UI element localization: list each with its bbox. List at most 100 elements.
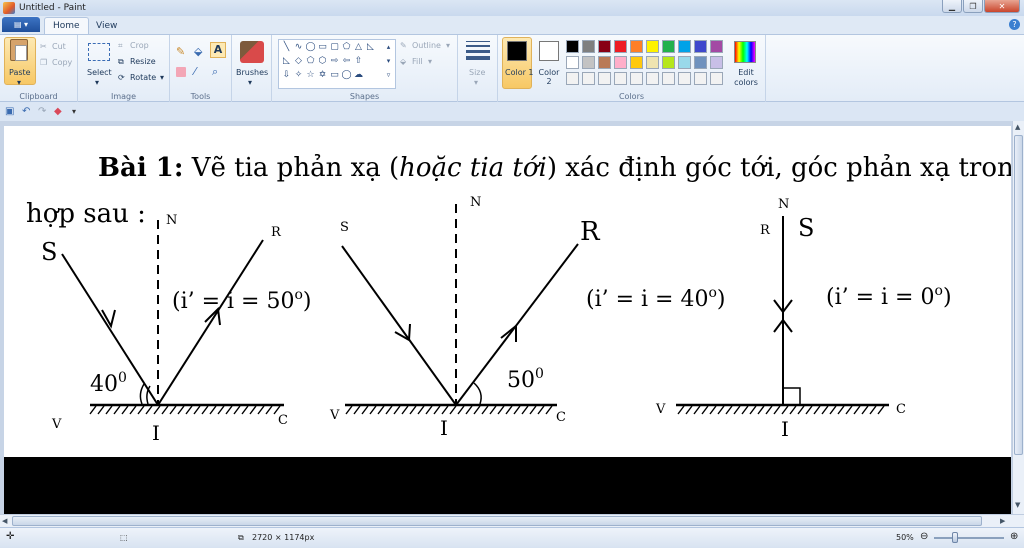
color-swatch[interactable] — [630, 72, 643, 85]
color-swatch[interactable] — [630, 40, 643, 53]
fill-button[interactable]: Fill — [412, 57, 423, 66]
scroll-down-icon[interactable]: ▾ — [383, 56, 394, 66]
zoom-in-icon[interactable]: ⊕ — [1010, 531, 1018, 542]
tab-home[interactable]: Home — [44, 17, 89, 34]
four-point-star-shape-icon[interactable]: ✧ — [293, 70, 304, 80]
triangle-shape-icon[interactable]: △ — [353, 42, 364, 52]
color2-button[interactable] — [539, 41, 559, 61]
color-swatch[interactable] — [614, 56, 627, 69]
paint-app-icon[interactable] — [3, 2, 15, 14]
fill-bucket-icon[interactable]: ⬙ — [194, 45, 204, 58]
right-triangle-shape-icon[interactable]: ◺ — [281, 56, 292, 66]
color-swatch[interactable] — [694, 40, 707, 53]
edit-colors-button[interactable]: Edit colors — [732, 68, 760, 88]
scroll-up-arrow-icon[interactable]: ▲ — [1015, 123, 1020, 131]
color-swatch[interactable] — [598, 72, 611, 85]
tab-view[interactable]: View — [88, 17, 125, 34]
oval-callout-shape-icon[interactable]: ◯ — [341, 70, 352, 80]
color-swatch[interactable] — [614, 40, 627, 53]
eraser-icon[interactable]: ◆ — [54, 107, 64, 117]
scroll-right-arrow-icon[interactable]: ▶ — [1000, 517, 1005, 525]
color-swatch[interactable] — [630, 56, 643, 69]
color-swatch[interactable] — [614, 72, 627, 85]
rotate-button[interactable]: Rotate — [130, 73, 156, 82]
rounded-rectangle-shape-icon[interactable]: ▢ — [329, 42, 340, 52]
restore-button[interactable]: ❐ — [963, 0, 983, 13]
color-swatch[interactable] — [582, 40, 595, 53]
pentagon-shape-icon[interactable]: ⬠ — [305, 56, 316, 66]
line-shape-icon[interactable]: ╲ — [281, 42, 292, 52]
up-arrow-shape-icon[interactable]: ⇧ — [353, 56, 364, 66]
scroll-left-arrow-icon[interactable]: ◀ — [2, 517, 7, 525]
edit-colors-icon[interactable] — [734, 41, 756, 63]
color-swatch[interactable] — [678, 72, 691, 85]
polygon-shape-icon[interactable]: ⬠ — [341, 42, 352, 52]
select-icon[interactable] — [88, 43, 110, 61]
crop-button[interactable]: Crop — [130, 41, 149, 50]
customize-toolbar-icon[interactable]: ▾ — [72, 107, 82, 117]
horizontal-scroll-thumb[interactable] — [12, 516, 982, 526]
left-arrow-shape-icon[interactable]: ⇦ — [341, 56, 352, 66]
undo-icon[interactable]: ↶ — [22, 107, 32, 117]
scroll-down-arrow-icon[interactable]: ▼ — [1015, 501, 1020, 509]
scroll-up-icon[interactable]: ▴ — [383, 42, 394, 52]
color-swatch[interactable] — [694, 72, 707, 85]
copy-button[interactable]: Copy — [52, 58, 72, 67]
zoom-out-icon[interactable]: ⊖ — [920, 531, 928, 542]
color-swatch[interactable] — [646, 40, 659, 53]
brushes-button[interactable]: Brushes — [236, 68, 268, 77]
brush-icon[interactable] — [240, 41, 264, 63]
zoom-slider[interactable] — [934, 537, 1004, 539]
resize-button[interactable]: Resize — [130, 57, 156, 66]
down-arrow-shape-icon[interactable]: ⇩ — [281, 70, 292, 80]
six-point-star-shape-icon[interactable]: ✡ — [317, 70, 328, 80]
color-swatch[interactable] — [646, 56, 659, 69]
color-swatch[interactable] — [566, 56, 579, 69]
color-swatch[interactable] — [582, 72, 595, 85]
minimize-button[interactable]: ▁ — [942, 0, 962, 13]
curve-shape-icon[interactable]: ∿ — [293, 42, 304, 52]
eraser-icon[interactable] — [176, 67, 186, 77]
color-swatch[interactable] — [582, 56, 595, 69]
select-button[interactable]: Select — [87, 68, 112, 77]
color-swatch[interactable] — [662, 72, 675, 85]
size-button[interactable]: Size — [469, 68, 485, 77]
horizontal-scrollbar[interactable]: ◀ ▶ — [0, 514, 1024, 527]
vertical-scroll-thumb[interactable] — [1014, 135, 1023, 455]
shapes-gallery[interactable]: ╲ ∿ ◯ ▭ ▢ ⬠ △ ◺ ◺ ◇ ⬠ ⬡ ⇨ ⇦ ⇧ ⇩ ✧ ☆ ✡ ▭ … — [278, 39, 396, 89]
text-tool-icon[interactable]: A — [210, 42, 226, 58]
five-point-star-shape-icon[interactable]: ☆ — [305, 70, 316, 80]
color-swatch[interactable] — [662, 56, 675, 69]
color-swatch[interactable] — [710, 40, 723, 53]
color-swatch[interactable] — [598, 56, 611, 69]
color-swatch[interactable] — [694, 56, 707, 69]
save-icon[interactable]: ▣ — [5, 107, 15, 117]
drawing-canvas[interactable]: Bài 1: Vẽ tia phản xạ (hoặc tia tới) xác… — [4, 126, 1011, 514]
color-swatch[interactable] — [678, 56, 691, 69]
oval-shape-icon[interactable]: ◯ — [305, 42, 316, 52]
color-swatch[interactable] — [646, 72, 659, 85]
cloud-callout-shape-icon[interactable]: ☁ — [353, 70, 364, 80]
color-swatch[interactable] — [662, 40, 675, 53]
diamond-shape-icon[interactable]: ◇ — [293, 56, 304, 66]
color-swatch[interactable] — [710, 72, 723, 85]
redo-icon[interactable]: ↷ — [38, 107, 48, 117]
right-triangle-shape-icon[interactable]: ◺ — [365, 42, 376, 52]
pencil-icon[interactable]: ✎ — [176, 45, 186, 58]
hexagon-shape-icon[interactable]: ⬡ — [317, 56, 328, 66]
help-icon[interactable]: ? — [1009, 19, 1020, 30]
color-picker-icon[interactable]: ⁄ — [194, 65, 204, 78]
outline-button[interactable]: Outline — [412, 41, 441, 50]
paint-menu-button[interactable]: ▤ ▾ — [2, 17, 40, 32]
cut-button[interactable]: Cut — [52, 42, 66, 51]
callout-shape-icon[interactable]: ▭ — [329, 70, 340, 80]
right-arrow-shape-icon[interactable]: ⇨ — [329, 56, 340, 66]
color-swatch[interactable] — [598, 40, 611, 53]
line-size-icon[interactable] — [466, 41, 490, 60]
color-swatch[interactable] — [566, 72, 579, 85]
color-swatch[interactable] — [710, 56, 723, 69]
close-button[interactable]: ✕ — [984, 0, 1020, 13]
rectangle-shape-icon[interactable]: ▭ — [317, 42, 328, 52]
zoom-slider-thumb[interactable] — [952, 532, 958, 543]
color-swatch[interactable] — [566, 40, 579, 53]
